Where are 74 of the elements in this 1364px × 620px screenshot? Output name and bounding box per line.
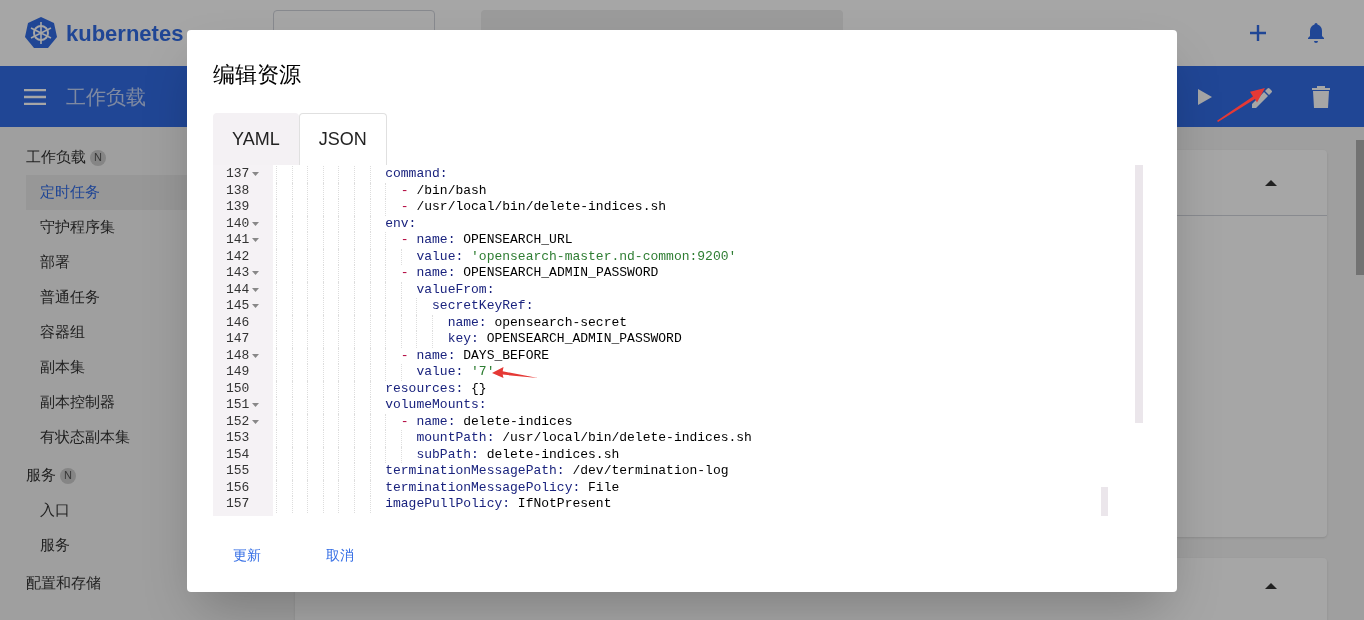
editor-tab[interactable]: JSON [298, 113, 387, 165]
bell-icon[interactable] [1306, 22, 1326, 44]
dialog-title: 编辑资源 [213, 61, 302, 88]
code-line: valueFrom: [415, 281, 495, 298]
logo-text: kubernetes [66, 19, 184, 48]
code-line: imagePullPolicy: IfNotPresent [384, 496, 612, 513]
code-line: name: opensearch-secret [446, 314, 628, 331]
fold-caret-icon[interactable] [252, 238, 260, 243]
fold-caret-icon[interactable] [252, 353, 260, 358]
code-line: - name: DAYS_BEFORE [399, 347, 550, 364]
line-number: 138 [226, 182, 250, 199]
editor-scrollbar[interactable] [1135, 165, 1143, 423]
fold-caret-icon[interactable] [252, 403, 260, 408]
namespaced-badge: N [90, 149, 106, 166]
horizontal-scroll-thumb[interactable] [1101, 487, 1108, 516]
code-line: - name: OPENSEARCH_ADMIN_PASSWORD [399, 265, 659, 282]
menu-icon[interactable] [24, 88, 46, 105]
helm-wheel-icon [24, 16, 58, 50]
collapse-caret-icon[interactable] [1265, 179, 1277, 186]
line-number: 150 [226, 380, 250, 397]
fold-caret-icon[interactable] [252, 172, 260, 177]
plus-icon[interactable] [1248, 23, 1268, 43]
code-line: value: 'opensearch-master.nd-common:9200' [415, 248, 737, 265]
code-line: key: OPENSEARCH_ADMIN_PASSWORD [446, 331, 682, 348]
play-icon[interactable] [1198, 88, 1212, 105]
line-number: 149 [226, 364, 250, 381]
line-number: 152 [226, 413, 250, 430]
code-line: terminationMessagePath: /dev/termination-log [384, 463, 729, 480]
fold-caret-icon[interactable] [252, 271, 260, 276]
code-line: - /usr/local/bin/delete-indices.sh [399, 199, 667, 216]
fold-caret-icon[interactable] [252, 304, 260, 309]
pencil-icon[interactable] [1252, 85, 1274, 108]
line-number: 154 [226, 446, 250, 463]
line-number: 155 [226, 463, 250, 480]
namespaced-badge: N [60, 467, 76, 484]
nav-section-title[interactable]: 工作负载 [26, 146, 86, 169]
line-number: 156 [226, 479, 250, 496]
line-number: 144 [226, 281, 250, 298]
line-number: 145 [226, 298, 250, 315]
dialog-button[interactable]: 更新 [213, 538, 281, 572]
line-number: 148 [226, 347, 250, 364]
line-number: 141 [226, 232, 250, 249]
page-scrollbar[interactable] [1356, 140, 1364, 275]
fold-caret-icon[interactable] [252, 287, 260, 292]
code-line: value: '7' [415, 364, 495, 381]
code-line: command: [384, 166, 448, 183]
line-number: 142 [226, 248, 250, 265]
line-number: 140 [226, 215, 250, 232]
fold-caret-icon[interactable] [252, 221, 260, 226]
line-number: 146 [226, 314, 250, 331]
annotation-arrow [1217, 88, 1265, 122]
code-line: resources: {} [384, 380, 487, 397]
code-line: - name: OPENSEARCH_URL [399, 232, 573, 249]
code-line: mountPath: /usr/local/bin/delete-indices.sh [415, 430, 752, 447]
line-number: 151 [226, 397, 250, 414]
editor-tab[interactable]: YAML [213, 113, 299, 165]
code-line: env: [384, 215, 417, 232]
code-line: volumeMounts: [384, 397, 487, 414]
code-line: secretKeyRef: [431, 298, 534, 315]
line-number: 143 [226, 265, 250, 282]
code-line: - /bin/bash [399, 182, 487, 199]
nav-section-title[interactable]: 配置和存储 [26, 572, 101, 595]
code-line: terminationMessagePolicy: File [384, 479, 620, 496]
fold-caret-icon[interactable] [252, 419, 260, 424]
collapse-caret-icon[interactable] [1265, 583, 1277, 589]
code-line: - name: delete-indices [399, 413, 573, 430]
nav-section-title[interactable]: 服务 [26, 464, 56, 487]
line-number: 157 [226, 496, 250, 513]
dialog-button[interactable]: 取消 [306, 538, 374, 572]
trash-icon[interactable] [1312, 85, 1330, 108]
code-line: subPath: delete-indices.sh [415, 446, 620, 463]
code-editor[interactable] [213, 165, 1143, 516]
line-number: 147 [226, 331, 250, 348]
line-number: 153 [226, 430, 250, 447]
